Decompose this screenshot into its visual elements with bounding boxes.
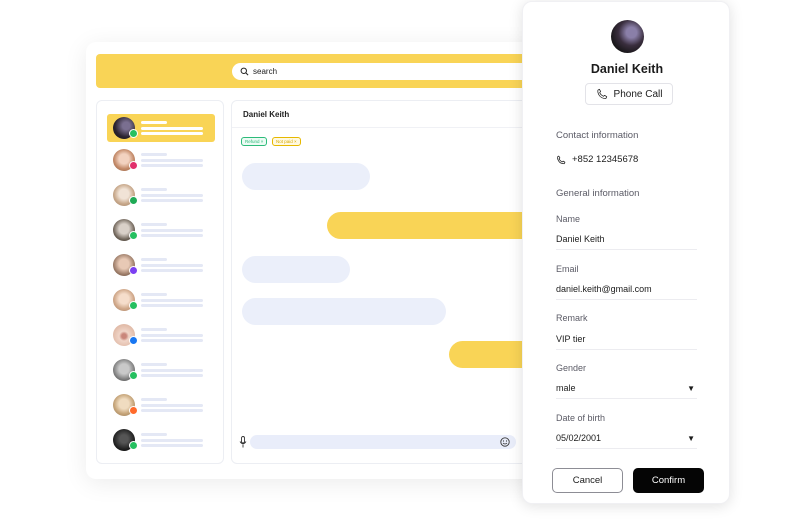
message-placeholder xyxy=(141,404,203,407)
list-item[interactable] xyxy=(107,286,215,314)
incoming-message xyxy=(242,298,446,325)
app-screen: search Daniel Keith Refund × Not paid × … xyxy=(0,0,800,528)
search-placeholder: search xyxy=(253,67,278,76)
name-value: Daniel Keith xyxy=(556,234,605,244)
phone-icon xyxy=(557,155,566,164)
message-placeholder xyxy=(141,229,203,232)
emoji-icon[interactable] xyxy=(500,437,510,447)
incoming-message xyxy=(242,163,370,190)
dob-label: Date of birth xyxy=(556,413,606,423)
whatsapp-icon xyxy=(129,441,138,450)
chat-title: Daniel Keith xyxy=(243,110,290,119)
channel-icon xyxy=(129,406,138,415)
remark-value: VIP tier xyxy=(556,334,586,344)
name-placeholder xyxy=(141,293,167,296)
whatsapp-icon xyxy=(129,129,138,138)
facebook-icon xyxy=(129,336,138,345)
message-placeholder xyxy=(141,164,203,167)
message-placeholder xyxy=(141,304,203,307)
search-input[interactable]: search xyxy=(232,63,532,80)
messenger-icon xyxy=(129,266,138,275)
message-placeholder xyxy=(141,439,203,442)
divider xyxy=(232,127,540,128)
message-placeholder xyxy=(141,269,203,272)
message-placeholder xyxy=(141,127,203,130)
list-item[interactable] xyxy=(107,114,215,142)
message-placeholder xyxy=(141,194,203,197)
contact-information-heading: Contact information xyxy=(556,130,639,141)
name-placeholder xyxy=(141,121,167,124)
phone-number[interactable]: +852 12345678 xyxy=(556,154,638,165)
name-placeholder xyxy=(141,328,167,331)
instagram-icon xyxy=(129,161,138,170)
message-placeholder xyxy=(141,199,203,202)
contact-detail-panel: Daniel Keith Phone Call Contact informat… xyxy=(522,1,730,504)
name-placeholder xyxy=(141,433,167,436)
dob-value: 05/02/2001 xyxy=(556,433,602,443)
list-item[interactable] xyxy=(107,251,215,279)
list-item[interactable] xyxy=(107,146,215,174)
name-placeholder xyxy=(141,153,167,156)
avatar xyxy=(611,20,644,53)
dropdown-arrow-icon: ▼ xyxy=(687,384,695,393)
remark-field[interactable]: VIP tier xyxy=(556,332,697,350)
gender-value: male xyxy=(556,383,576,393)
message-placeholder xyxy=(141,234,203,237)
dropdown-arrow-icon: ▼ xyxy=(687,434,695,443)
message-placeholder xyxy=(141,409,203,412)
message-placeholder xyxy=(141,334,203,337)
whatsapp-icon xyxy=(129,371,138,380)
message-placeholder xyxy=(141,444,203,447)
message-placeholder xyxy=(141,299,203,302)
list-item[interactable] xyxy=(107,426,215,454)
name-placeholder xyxy=(141,223,167,226)
email-field[interactable]: daniel.keith@gmail.com xyxy=(556,282,697,300)
phone-call-button[interactable]: Phone Call xyxy=(585,83,673,105)
name-placeholder xyxy=(141,398,167,401)
phone-number-text: +852 12345678 xyxy=(572,154,639,165)
search-icon xyxy=(240,67,249,76)
tag-not-paid[interactable]: Not paid × xyxy=(272,137,301,146)
message-input[interactable] xyxy=(250,435,516,449)
list-item[interactable] xyxy=(107,216,215,244)
general-information-heading: General information xyxy=(556,188,640,199)
confirm-button[interactable]: Confirm xyxy=(633,468,704,493)
phone-icon xyxy=(596,88,607,99)
list-item[interactable] xyxy=(107,356,215,384)
name-field[interactable]: Daniel Keith xyxy=(556,232,697,250)
message-placeholder xyxy=(141,159,203,162)
dob-select[interactable]: 05/02/2001 ▼ xyxy=(556,431,697,449)
list-item[interactable] xyxy=(107,321,215,349)
name-placeholder xyxy=(141,188,167,191)
name-placeholder xyxy=(141,363,167,366)
microphone-icon[interactable] xyxy=(239,436,247,448)
remark-label: Remark xyxy=(556,313,588,323)
message-placeholder xyxy=(141,369,203,372)
list-item[interactable] xyxy=(107,391,215,419)
outgoing-message xyxy=(327,212,540,239)
message-placeholder xyxy=(141,374,203,377)
name-placeholder xyxy=(141,258,167,261)
cancel-button[interactable]: Cancel xyxy=(552,468,623,493)
gender-label: Gender xyxy=(556,363,587,373)
phone-call-label: Phone Call xyxy=(613,88,663,100)
chat-area: Daniel Keith Refund × Not paid × xyxy=(231,100,541,464)
email-label: Email xyxy=(556,264,579,274)
name-label: Name xyxy=(556,214,581,224)
email-value: daniel.keith@gmail.com xyxy=(556,284,652,294)
gender-select[interactable]: male ▼ xyxy=(556,381,697,399)
whatsapp-icon xyxy=(129,231,138,240)
list-item[interactable] xyxy=(107,181,215,209)
incoming-message xyxy=(242,256,350,283)
contact-name: Daniel Keith xyxy=(590,62,664,76)
tag-refund[interactable]: Refund × xyxy=(241,137,268,146)
contact-list xyxy=(96,100,224,464)
message-placeholder xyxy=(141,132,203,135)
whatsapp-icon xyxy=(129,301,138,310)
message-placeholder xyxy=(141,264,203,267)
message-placeholder xyxy=(141,339,203,342)
whatsapp-business-icon xyxy=(129,196,138,205)
